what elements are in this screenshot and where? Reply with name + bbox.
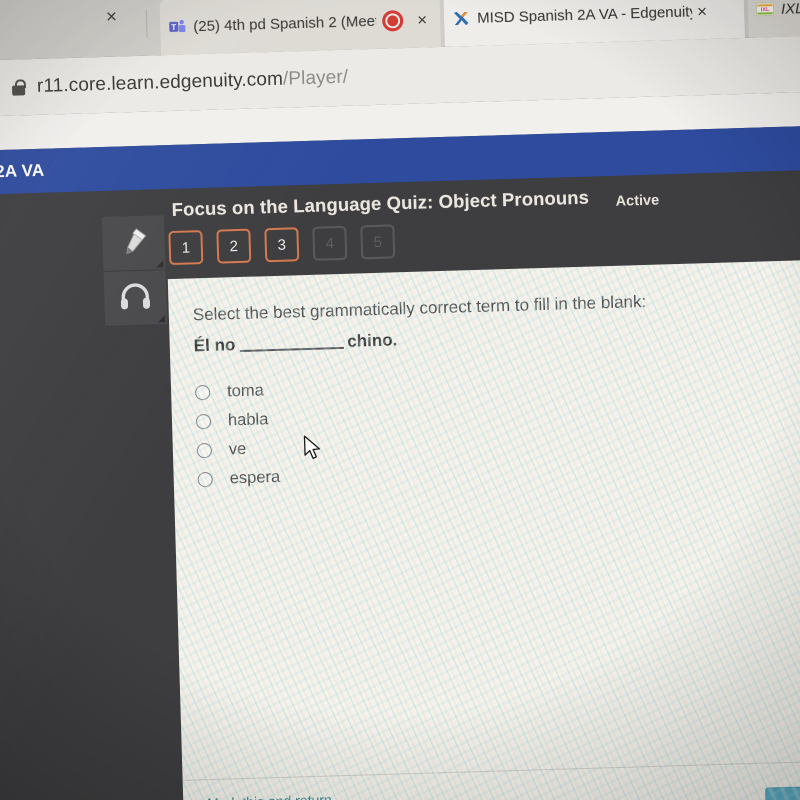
ixl-icon: IXL (755, 0, 775, 19)
answer-option-ve[interactable]: ve (196, 434, 279, 465)
recording-indicator-icon (381, 9, 404, 32)
answer-option-espera[interactable]: espera (197, 463, 280, 494)
answer-option-label: ve (228, 439, 247, 459)
question-sentence: Él no chino. (193, 330, 397, 356)
question-prompt: Select the best grammatically correct te… (192, 291, 647, 325)
highlighter-icon (116, 223, 151, 263)
svg-text:T: T (171, 23, 176, 32)
sentence-after: chino. (346, 330, 398, 351)
tab-title: MISD Spanish 2A VA - Edgenuity (476, 2, 693, 27)
app-body: Focus on the Language Quiz: Object Prono… (0, 168, 800, 800)
answer-option-habla[interactable]: habla (195, 405, 279, 436)
tab-title: IXL - Linear (780, 0, 800, 18)
browser-tab-teams[interactable]: T (25) 4th pd Spanish 2 (Meet × (159, 0, 442, 56)
browser-tab-ixl[interactable]: IXL IXL - Linear (747, 0, 800, 38)
next-button[interactable]: Next (765, 784, 800, 800)
answer-option-label: espera (229, 467, 281, 488)
page-title: Focus on the Language Quiz: Object Prono… (171, 186, 590, 220)
question-nav: 1 2 3 4 5 (168, 224, 396, 266)
question-card: Select the best grammatically correct te… (167, 258, 800, 800)
svg-text:IXL: IXL (761, 7, 770, 13)
radio-icon[interactable] (196, 442, 213, 459)
question-nav-4: 4 (312, 225, 348, 261)
question-nav-1[interactable]: 1 (168, 230, 204, 266)
tab-close-icon-orphan[interactable]: × (106, 7, 118, 29)
question-nav-label: 2 (229, 237, 239, 255)
question-nav-label: 3 (277, 236, 287, 254)
answer-options: toma habla ve espera (194, 376, 281, 494)
edgenuity-icon (452, 9, 471, 28)
laptop-screen: Apps × T (25) 4th pd Spanish 2 (Meet × (0, 0, 800, 800)
mark-this-and-return-link[interactable]: Mark this and return (207, 791, 332, 800)
breadcrumb: nish 2A VA (0, 160, 45, 183)
photo-of-screen: Apps × T (25) 4th pd Spanish 2 (Meet × (0, 0, 800, 800)
sentence-before: Él no (193, 335, 236, 356)
teams-icon: T (168, 17, 187, 36)
answer-blank (239, 346, 344, 353)
tab-close-icon[interactable]: × (692, 2, 712, 21)
radio-icon[interactable] (195, 413, 212, 430)
answer-option-label: toma (226, 381, 265, 401)
question-nav-3[interactable]: 3 (264, 227, 300, 263)
tab-title: (25) 4th pd Spanish 2 (Meet (193, 12, 377, 35)
question-nav-label: 5 (373, 233, 383, 251)
status-badge: Active (615, 192, 660, 210)
mouse-cursor (303, 435, 323, 463)
padlock-icon (11, 79, 27, 96)
tool-rail (101, 215, 168, 328)
answer-option-toma[interactable]: toma (194, 376, 278, 407)
question-nav-label: 1 (181, 238, 191, 257)
highlighter-tool[interactable] (101, 215, 166, 273)
question-nav-2[interactable]: 2 (216, 228, 252, 264)
headphones-icon (118, 280, 153, 316)
url-path: /Player/ (282, 66, 349, 90)
url-text: r11.core.learn.edgenuity.com/Player/ (37, 67, 349, 98)
radio-icon[interactable] (197, 471, 213, 488)
answer-option-label: habla (227, 410, 269, 430)
url-domain: r11.core.learn.edgenuity.com (36, 68, 284, 97)
footer-divider (182, 758, 800, 781)
tab-close-icon[interactable]: × (412, 10, 432, 29)
tab-divider (145, 9, 148, 38)
question-nav-5: 5 (360, 224, 396, 260)
audio-tool[interactable] (103, 270, 168, 328)
radio-icon[interactable] (194, 384, 211, 401)
question-nav-label: 4 (325, 234, 335, 252)
